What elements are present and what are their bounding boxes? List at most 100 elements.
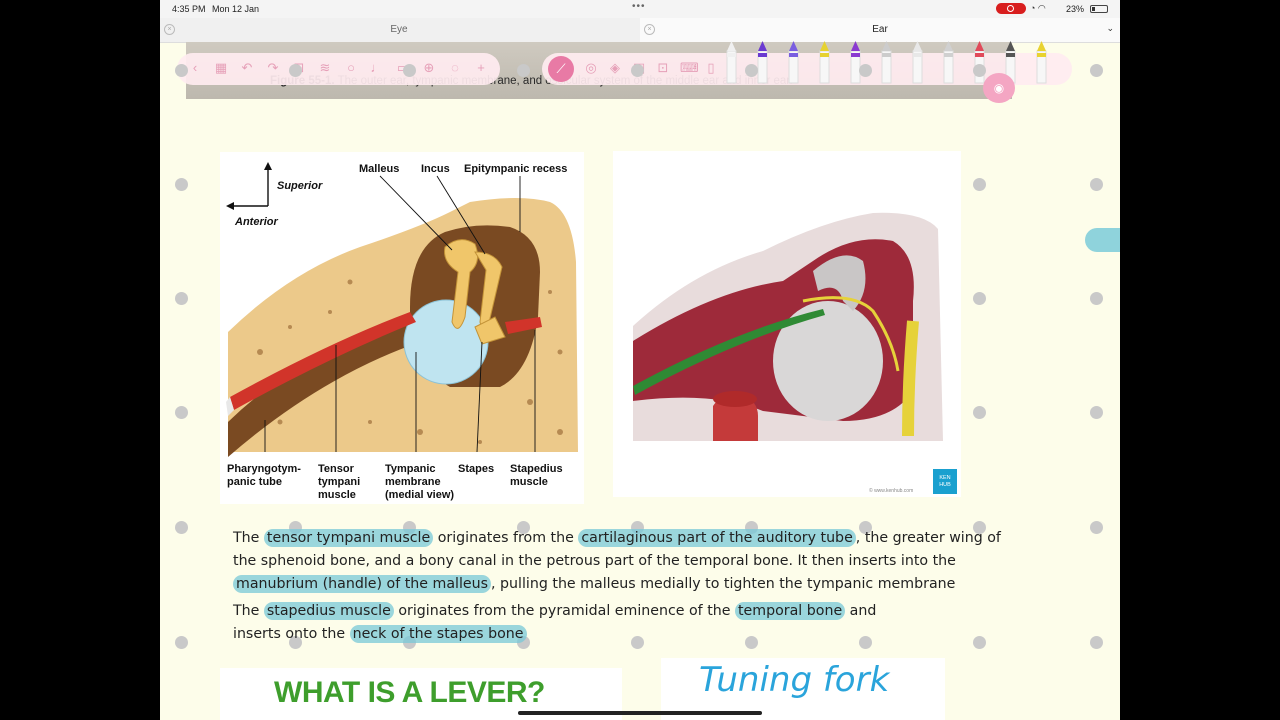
note-line[interactable]: manubrium (handle) of the malleus, pulli…	[233, 573, 955, 596]
search-icon[interactable]: ○	[344, 61, 358, 75]
ai-assistant-button[interactable]: ◉	[983, 73, 1015, 103]
pen-color-5[interactable]	[881, 41, 892, 84]
grid-icon[interactable]: ▦	[214, 61, 228, 75]
pen-color-7[interactable]	[943, 41, 954, 84]
note-text: originates from the pyramidal eminence o…	[393, 603, 735, 619]
grid-dot	[631, 636, 644, 649]
side-panel-handle[interactable]	[1085, 228, 1120, 252]
microphone-icon[interactable]: ♩	[370, 61, 384, 75]
grid-dot	[403, 64, 416, 77]
note-text: originates from the	[433, 530, 579, 546]
tab-label: Ear	[872, 24, 888, 35]
pen-color-0[interactable]	[726, 41, 737, 84]
note-text: inserts onto the	[233, 626, 350, 642]
lasso-tool-button[interactable]: ⟋	[548, 56, 574, 82]
grid-dot	[175, 636, 188, 649]
tab-eye[interactable]: × Eye	[160, 18, 638, 42]
label-tensor-3: muscle	[318, 489, 356, 501]
kenhub-illustration-art	[633, 212, 943, 441]
highlight-tensor-tympani: tensor tympani muscle	[263, 529, 434, 547]
grid-dot	[175, 292, 188, 305]
highlight-auditory-tube: cartilaginous part of the auditory tube	[578, 529, 856, 547]
note-text: , the greater wing of	[855, 530, 1001, 546]
pen-color-palette	[726, 41, 1047, 84]
grid-dot	[175, 64, 188, 77]
back-icon[interactable]: ‹	[188, 61, 202, 75]
note-text: The	[233, 603, 264, 619]
plus-icon[interactable]: +	[474, 61, 488, 75]
grid-dot	[289, 64, 302, 77]
status-time: 4:35 PM	[172, 4, 206, 14]
kenhub-middle-ear-illustration[interactable]: © www.kenhub.com KEN HUB	[613, 151, 961, 497]
tab-label: Eye	[390, 24, 408, 35]
grid-dot	[973, 178, 986, 191]
highlighter-icon[interactable]: ◈	[608, 61, 622, 75]
image-icon[interactable]: ⊡	[656, 61, 670, 75]
grid-dot	[973, 64, 986, 77]
note-line[interactable]: The tensor tympani muscle originates fro…	[233, 527, 1001, 550]
label-epitympanic-recess: Epitympanic recess	[464, 163, 568, 175]
middle-ear-diagram[interactable]: Superior Anterior Malleus Incus Epitympa…	[220, 152, 584, 504]
tuning-fork-title: Tuning fork	[699, 660, 890, 700]
globe-icon[interactable]: ⊕	[422, 61, 436, 75]
book-icon[interactable]: ▯	[704, 61, 718, 75]
note-line[interactable]: the sphenoid bone, and a bony canal in t…	[233, 550, 956, 573]
grid-dot	[973, 292, 986, 305]
label-malleus: Malleus	[359, 163, 400, 175]
kenhub-watermark: © www.kenhub.com	[869, 488, 914, 494]
grid-dot	[1090, 521, 1103, 534]
kenhub-logo-line-2: HUB	[939, 482, 951, 488]
highlight-manubrium: manubrium (handle) of the malleus	[233, 575, 492, 593]
status-date: Mon 12 Jan	[212, 4, 260, 14]
grid-dot	[745, 636, 758, 649]
navigation-toolbar: ‹ ▦ ↶ ↷ ⊞ ≋ ○ ♩ ▭ ⊕ ◌ +	[177, 53, 500, 85]
pen-color-6[interactable]	[912, 41, 923, 84]
home-indicator[interactable]	[518, 711, 762, 715]
grid-dot	[1090, 406, 1103, 419]
grid-dot	[973, 406, 986, 419]
label-stapedius-1: Stapedius	[510, 463, 563, 475]
grid-dot	[1090, 636, 1103, 649]
redo-icon[interactable]: ↷	[266, 61, 280, 75]
grid-dot	[1090, 64, 1103, 77]
kenhub-logo: KEN HUB	[933, 469, 957, 494]
grid-dot	[517, 64, 530, 77]
layers-icon[interactable]: ≋	[318, 61, 332, 75]
label-tensor-1: Tensor	[318, 463, 354, 475]
middle-ear-diagram-art	[226, 162, 578, 457]
keyboard-icon[interactable]: ⌨	[680, 61, 699, 75]
highlight-stapedius: stapedius muscle	[263, 602, 394, 620]
grid-dot	[859, 64, 872, 77]
label-tensor-2: tympani	[318, 476, 361, 488]
note-text: and	[845, 603, 877, 619]
pen-color-4[interactable]	[850, 41, 861, 84]
kenhub-logo-line-1: KEN	[939, 475, 951, 481]
label-tympanic-2: membrane	[385, 476, 441, 488]
pen-color-1[interactable]	[757, 41, 768, 84]
lever-title: WHAT IS A LEVER?	[274, 676, 545, 709]
grid-dot	[175, 521, 188, 534]
undo-icon[interactable]: ↶	[240, 61, 254, 75]
battery-icon	[1090, 5, 1108, 13]
wifi-icon: ◔ ◠	[1030, 3, 1046, 13]
grid-dot	[175, 178, 188, 191]
grid-dot	[631, 64, 644, 77]
label-anterior: Anterior	[235, 216, 278, 228]
pen-color-3[interactable]	[819, 41, 830, 84]
note-line[interactable]: inserts onto the neck of the stapes bone	[233, 623, 527, 646]
label-superior: Superior	[277, 180, 323, 192]
label-pharyngotympanic-tube-1: Pharyngotym-	[227, 463, 301, 475]
note-line[interactable]: The stapedius muscle originates from the…	[233, 600, 876, 623]
note-text: The	[233, 530, 264, 546]
share-icon[interactable]: ◌	[448, 61, 462, 75]
grid-dot	[1090, 178, 1103, 191]
chevron-down-icon[interactable]: ⌄	[1106, 23, 1114, 34]
note-text: , pulling the malleus medially to tighte…	[491, 576, 956, 592]
pen-color-2[interactable]	[788, 41, 799, 84]
battery-percent: 23%	[1066, 4, 1085, 14]
highlight-temporal-bone: temporal bone	[734, 602, 846, 620]
pen-color-10[interactable]	[1036, 41, 1047, 84]
screen-recording-icon[interactable]	[996, 3, 1026, 14]
eraser-icon[interactable]: ◎	[584, 61, 598, 75]
multitasking-dots-icon[interactable]: •••	[632, 1, 646, 12]
